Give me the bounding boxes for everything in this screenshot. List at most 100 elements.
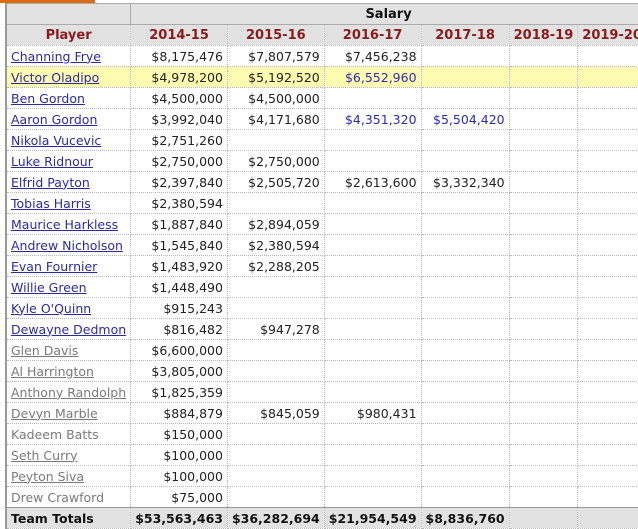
salary-cell xyxy=(226,339,325,361)
salary-cell xyxy=(577,192,638,214)
column-header-season[interactable]: 2017-18 xyxy=(420,24,510,46)
table-row: Luke Ridnour $2,750,000 $2,750,000 xyxy=(5,150,638,172)
salary-cell xyxy=(323,297,422,319)
player-name-link[interactable]: Peyton Siva xyxy=(11,469,84,484)
player-cell: Seth Curry xyxy=(5,444,132,466)
column-header-season[interactable]: 2014-15 xyxy=(130,24,228,46)
player-name-link[interactable]: Channing Frye xyxy=(11,49,101,64)
salary-cell: $4,171,680 xyxy=(226,108,325,130)
salary-cell xyxy=(323,423,422,445)
salary-cell: $100,000 xyxy=(130,465,228,487)
salary-cell xyxy=(226,360,325,382)
column-header-season[interactable]: 2015-16 xyxy=(226,24,325,46)
player-name-link[interactable]: Nikola Vucevic xyxy=(11,133,101,148)
salary-cell xyxy=(577,339,638,361)
player-cell: Glen Davis xyxy=(5,339,132,361)
salary-cell xyxy=(420,465,510,487)
player-name-link[interactable]: Victor Oladipo xyxy=(11,70,99,85)
player-name-link[interactable]: Elfrid Payton xyxy=(11,175,90,190)
salary-cell: $1,825,359 xyxy=(130,381,228,403)
salary-cell: $980,431 xyxy=(323,402,422,424)
table-row: Peyton Siva $100,000 xyxy=(5,465,638,487)
salary-cell xyxy=(577,318,638,340)
player-name-link[interactable]: Anthony Randolph xyxy=(11,385,126,400)
salary-cell: $3,805,000 xyxy=(130,360,228,382)
salary-cell xyxy=(323,360,422,382)
salary-cell: $100,000 xyxy=(130,444,228,466)
player-name-link[interactable]: Devyn Marble xyxy=(11,406,98,421)
player-cell: Drew Crawford xyxy=(5,486,132,508)
salary-cell xyxy=(508,234,579,256)
column-header-season[interactable]: 2016-17 xyxy=(323,24,422,46)
player-cell: Tobias Harris xyxy=(5,192,132,214)
total-cell: $36,282,694 xyxy=(226,507,325,529)
table-row: Nikola Vucevic $2,751,260 xyxy=(5,129,638,151)
player-name-link[interactable]: Tobias Harris xyxy=(11,196,91,211)
table-row: Evan Fournier $1,483,920 $2,288,205 xyxy=(5,255,638,277)
player-cell: Channing Frye xyxy=(5,45,132,67)
salary-cell: $7,456,238 xyxy=(323,45,422,67)
salary-cell xyxy=(420,381,510,403)
player-cell: Dewayne Dedmon xyxy=(5,318,132,340)
salary-cell xyxy=(420,150,510,172)
player-cell: Anthony Randolph xyxy=(5,381,132,403)
salary-cell: $2,505,720 xyxy=(226,171,325,193)
salary-cell: $75,000 xyxy=(130,486,228,508)
table-row: Dewayne Dedmon $816,482 $947,278 xyxy=(5,318,638,340)
salary-cell xyxy=(577,465,638,487)
salary-cell xyxy=(420,360,510,382)
salary-cell xyxy=(508,45,579,67)
salary-cell xyxy=(226,129,325,151)
player-name-link[interactable]: Maurice Harkless xyxy=(11,217,118,232)
salary-cell xyxy=(577,150,638,172)
salary-cell xyxy=(323,150,422,172)
player-name-link[interactable]: Evan Fournier xyxy=(11,259,97,274)
player-cell: Peyton Siva xyxy=(5,465,132,487)
salary-cell: $2,750,000 xyxy=(130,150,228,172)
player-cell: Kadeem Batts xyxy=(5,423,132,445)
salary-cell xyxy=(508,171,579,193)
player-name-link[interactable]: Ben Gordon xyxy=(11,91,85,106)
player-name-link[interactable]: Al Harrington xyxy=(11,364,94,379)
salary-cell xyxy=(508,66,579,88)
column-header-player[interactable]: Player xyxy=(5,24,132,46)
player-name-link[interactable]: Seth Curry xyxy=(11,448,78,463)
salary-cell xyxy=(577,423,638,445)
salary-cell xyxy=(577,171,638,193)
salary-cell xyxy=(508,444,579,466)
total-cell xyxy=(577,507,638,529)
team-totals-row: Team Totals $53,563,463 $36,282,694 $21,954… xyxy=(5,507,638,529)
salary-cell xyxy=(420,234,510,256)
player-name-link[interactable]: Willie Green xyxy=(11,280,87,295)
salary-cell xyxy=(577,129,638,151)
salary-cell xyxy=(508,423,579,445)
player-name-link[interactable]: Aaron Gordon xyxy=(11,112,97,127)
salary-cell xyxy=(226,423,325,445)
table-row: Devyn Marble $884,879 $845,059 $980,431 xyxy=(5,402,638,424)
salary-cell xyxy=(323,339,422,361)
column-header-season[interactable]: 2019-20 xyxy=(577,24,638,46)
salary-cell: $4,500,000 xyxy=(130,87,228,109)
column-header-season[interactable]: 2018-19 xyxy=(508,24,579,46)
player-name-link[interactable]: Andrew Nicholson xyxy=(11,238,123,253)
salary-cell xyxy=(226,486,325,508)
table-row: Seth Curry $100,000 xyxy=(5,444,638,466)
player-cell: Nikola Vucevic xyxy=(5,129,132,151)
salary-cell xyxy=(420,339,510,361)
player-name-link[interactable]: Kyle O'Quinn xyxy=(11,301,91,316)
salary-cell xyxy=(226,381,325,403)
salary-cell: $2,380,594 xyxy=(226,234,325,256)
player-name-link[interactable]: Dewayne Dedmon xyxy=(11,322,126,337)
salary-cell xyxy=(420,66,510,88)
salary-cell xyxy=(577,87,638,109)
salary-cell xyxy=(508,402,579,424)
salary-cell xyxy=(323,192,422,214)
salary-cell xyxy=(420,318,510,340)
salary-cell xyxy=(508,192,579,214)
salary-cell: $2,751,260 xyxy=(130,129,228,151)
player-name-link[interactable]: Luke Ridnour xyxy=(11,154,93,169)
salary-cell: $4,351,320 xyxy=(323,108,422,130)
salary-cell: $5,192,520 xyxy=(226,66,325,88)
salary-cell xyxy=(420,276,510,298)
player-name-link[interactable]: Glen Davis xyxy=(11,343,78,358)
